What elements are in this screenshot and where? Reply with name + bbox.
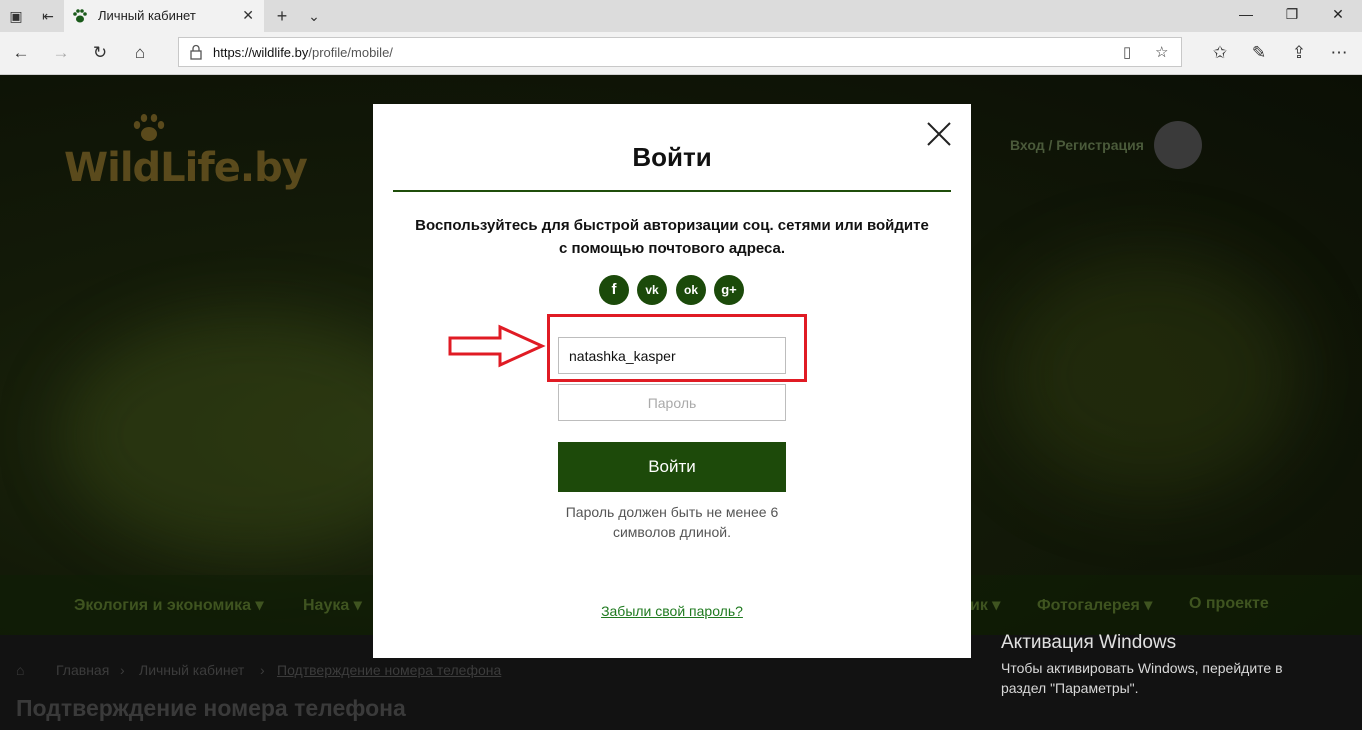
login-register-link[interactable]: Вход / Регистрация xyxy=(1010,137,1144,153)
minimize-icon[interactable]: — xyxy=(1236,6,1256,22)
refresh-icon[interactable]: ↻ xyxy=(89,42,111,64)
activation-text: Чтобы активировать Windows, перейдите в … xyxy=(1001,660,1283,696)
vk-icon[interactable]: vk xyxy=(637,275,667,305)
forward-icon[interactable]: → xyxy=(50,42,72,64)
menu-item-about[interactable]: О проекте xyxy=(1189,595,1269,613)
background-foliage xyxy=(1000,255,1300,495)
tab-title: Личный кабинет xyxy=(98,8,196,23)
modal-title: Войти xyxy=(632,142,712,172)
breadcrumb-cabinet[interactable]: Личный кабинет xyxy=(139,662,244,678)
address-bar[interactable]: https://wildlife.by/profile/mobile/ ▯ ☆ xyxy=(178,37,1182,67)
tab-list-chevron-icon[interactable]: ⌄ xyxy=(304,6,324,26)
red-arrow-icon xyxy=(448,324,546,368)
breadcrumb-separator-icon: › xyxy=(260,662,265,678)
windows-activation-watermark: Активация Windows Чтобы активировать Win… xyxy=(1001,632,1331,698)
breadcrumb-separator-icon: › xyxy=(120,662,125,678)
modal-instructions: Воспользуйтесь для быстрой авторизации с… xyxy=(415,217,929,257)
odnoklassniki-icon[interactable]: ok xyxy=(676,275,706,305)
forgot-password-link[interactable]: Забыли свой пароль? xyxy=(373,603,971,619)
favorites-hub-icon[interactable]: ✩ xyxy=(1209,42,1231,64)
reading-view-icon[interactable]: ▯ xyxy=(1123,43,1131,61)
activation-title: Активация Windows xyxy=(1001,632,1177,653)
title-divider xyxy=(393,190,951,192)
url-text: https://wildlife.by/profile/mobile/ xyxy=(213,45,393,60)
user-avatar-icon[interactable] xyxy=(1154,121,1202,169)
breadcrumb-main[interactable]: Главная xyxy=(56,662,109,678)
login-button[interactable]: Войти xyxy=(558,442,786,492)
close-tab-icon[interactable]: ✕ xyxy=(242,7,254,24)
menu-item-ecology[interactable]: Экология и экономика ▾ xyxy=(74,595,264,615)
tab-bar: ▣ ⇤ Личный кабинет ✕ + ⌄ — ❐ ✕ xyxy=(0,0,1362,32)
site-logo[interactable]: WildLife.by xyxy=(64,145,308,191)
more-menu-icon[interactable]: ⋯ xyxy=(1328,42,1350,64)
logo-paw-icon xyxy=(133,114,165,141)
breadcrumb-current: Подтверждение номера телефона xyxy=(277,662,502,678)
google-plus-icon[interactable]: g+ xyxy=(714,275,744,305)
navigation-bar: ← → ↻ ⌂ https://wildlife.by/profile/mobi… xyxy=(0,32,1362,75)
password-hint: Пароль должен быть не менее 6 символов д… xyxy=(565,504,779,540)
new-tab-icon[interactable]: + xyxy=(272,6,292,26)
menu-item-science[interactable]: Наука ▾ xyxy=(303,595,362,615)
restore-icon[interactable]: ❐ xyxy=(1282,6,1302,23)
menu-item-partial[interactable]: ик ▾ xyxy=(970,595,1000,615)
menu-item-photogallery[interactable]: Фотогалерея ▾ xyxy=(1037,595,1152,615)
tab-actions-icon[interactable]: ▣ xyxy=(6,6,26,26)
browser-tab[interactable]: Личный кабинет ✕ xyxy=(64,0,264,32)
paw-favicon-icon xyxy=(73,9,87,23)
facebook-icon[interactable]: f xyxy=(599,275,629,305)
close-window-icon[interactable]: ✕ xyxy=(1328,6,1348,23)
lock-icon xyxy=(190,44,202,60)
highlight-box xyxy=(547,314,807,382)
page-title: Подтверждение номера телефона xyxy=(16,695,406,721)
password-input[interactable] xyxy=(558,384,786,421)
breadcrumb-home-icon[interactable]: ⌂ xyxy=(16,662,24,678)
back-icon[interactable]: ← xyxy=(10,42,32,64)
share-icon[interactable]: ⇪ xyxy=(1288,42,1310,64)
favorite-star-icon[interactable]: ☆ xyxy=(1155,43,1168,61)
home-icon[interactable]: ⌂ xyxy=(129,42,151,64)
set-aside-tabs-icon[interactable]: ⇤ xyxy=(38,6,58,26)
notes-pen-icon[interactable]: ✎ xyxy=(1248,42,1270,64)
